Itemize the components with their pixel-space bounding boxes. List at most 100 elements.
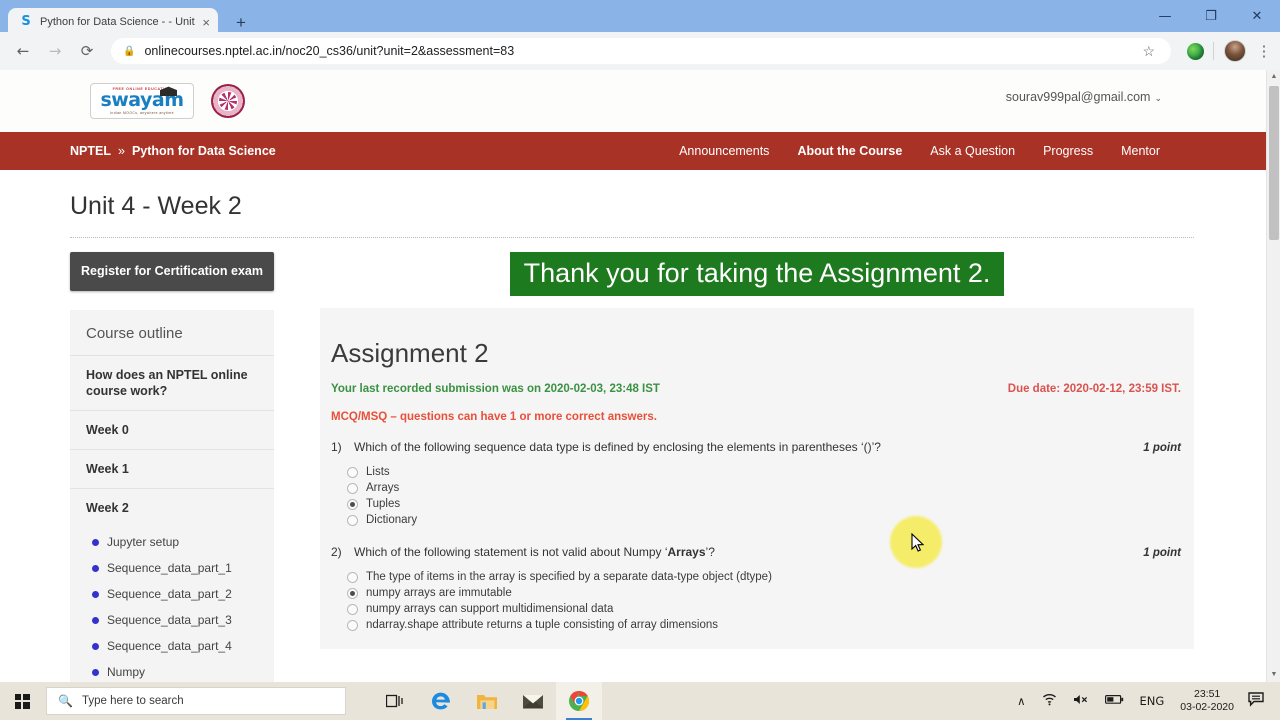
kebab-menu-icon[interactable]: ⋮	[1256, 42, 1272, 60]
file-explorer-icon[interactable]	[464, 682, 510, 720]
breadcrumb-course[interactable]: Python for Data Science	[132, 144, 276, 158]
nav-item-mentor[interactable]: Mentor	[1121, 144, 1160, 158]
tray-chevron-up-icon[interactable]: ∧	[1009, 694, 1033, 708]
radio-icon[interactable]	[347, 514, 358, 526]
radio-icon[interactable]	[347, 482, 358, 494]
question-text-after: ’?	[705, 545, 715, 559]
radio-icon[interactable]	[347, 571, 358, 583]
new-tab-button[interactable]: +	[230, 12, 252, 34]
nptel-emblem-icon[interactable]	[211, 84, 245, 118]
option-label: Arrays	[366, 482, 400, 494]
page-scrollbar[interactable]: ▲ ▼	[1266, 70, 1280, 682]
list-item-label: Sequence_data_part_1	[107, 561, 232, 575]
breadcrumb-nptel[interactable]: NPTEL	[70, 144, 111, 158]
chevron-down-icon: ⌄	[1154, 93, 1162, 103]
question-header: 2) Which of the following statement is n…	[331, 545, 1181, 559]
question-text-bold: Arrays	[667, 545, 706, 559]
list-item[interactable]: Sequence_data_part_2	[70, 581, 274, 607]
windows-taskbar: 🔍 Type here to search ∧ ENG 23:51 03-02-…	[0, 682, 1280, 720]
list-item-label: Sequence_data_part_4	[107, 639, 232, 653]
task-view-icon[interactable]	[372, 682, 418, 720]
course-nav-bar: NPTEL » Python for Data Science Announce…	[0, 132, 1266, 170]
scroll-up-icon[interactable]: ▲	[1267, 70, 1280, 84]
mail-icon[interactable]	[510, 682, 556, 720]
question-text: Which of the following sequence data typ…	[354, 440, 881, 454]
scroll-down-icon[interactable]: ▼	[1267, 668, 1280, 682]
swayam-logo[interactable]: FREE ONLINE EDUCATION swayam Indian MOOC…	[90, 83, 194, 119]
assignment-title: Assignment 2	[331, 338, 489, 368]
language-indicator[interactable]: ENG	[1132, 694, 1173, 708]
list-item[interactable]: Sequence_data_part_3	[70, 607, 274, 633]
bullet-icon	[92, 668, 99, 676]
bullet-icon	[92, 564, 99, 572]
option-row[interactable]: Tuples	[347, 496, 1181, 512]
window-controls: — ❐ ✕	[1142, 0, 1280, 32]
toolbar-divider	[1213, 42, 1214, 60]
window-close-button[interactable]: ✕	[1234, 0, 1280, 32]
option-row[interactable]: ndarray.shape attribute returns a tuple …	[347, 617, 1181, 633]
assignment-meta: Your last recorded submission was on 202…	[331, 383, 1181, 395]
radio-icon-selected[interactable]	[347, 587, 358, 599]
option-row[interactable]: Dictionary	[347, 512, 1181, 528]
reload-icon[interactable]: ⟳	[72, 36, 102, 66]
option-row[interactable]: The type of items in the array is specif…	[347, 569, 1181, 585]
radio-icon[interactable]	[347, 466, 358, 478]
sidebar-item-week-1[interactable]: Week 1	[70, 449, 274, 488]
option-row[interactable]: Lists	[347, 464, 1181, 480]
sidebar-item-how-nptel-works[interactable]: How does an NPTEL online course work?	[70, 355, 274, 410]
clock[interactable]: 23:51 03-02-2020	[1172, 688, 1242, 714]
maximize-button[interactable]: ❐	[1188, 0, 1234, 32]
question-text-before: Which of the following statement is not …	[354, 545, 668, 559]
avatar[interactable]	[1224, 40, 1246, 62]
search-input[interactable]: 🔍 Type here to search	[46, 687, 346, 715]
forward-icon[interactable]: →	[40, 36, 70, 66]
minimize-button[interactable]: —	[1142, 0, 1188, 32]
question-2-options: The type of items in the array is specif…	[347, 569, 1181, 633]
sidebar-item-week-0[interactable]: Week 0	[70, 410, 274, 449]
address-bar[interactable]: 🔒 onlinecourses.nptel.ac.in/noc20_cs36/u…	[111, 38, 1171, 64]
radio-icon[interactable]	[347, 619, 358, 631]
battery-icon[interactable]	[1097, 694, 1132, 708]
nav-item-announcements[interactable]: Announcements	[679, 144, 769, 158]
radio-icon[interactable]	[347, 603, 358, 615]
volume-muted-icon[interactable]	[1065, 693, 1097, 709]
nav-item-progress[interactable]: Progress	[1043, 144, 1093, 158]
list-item[interactable]: Jupyter setup	[70, 529, 274, 555]
week-2-sublist: Jupyter setup Sequence_data_part_1 Seque…	[70, 527, 274, 682]
thank-you-banner: Thank you for taking the Assignment 2.	[509, 252, 1005, 296]
extension-icon[interactable]	[1187, 42, 1204, 60]
list-item-label: Sequence_data_part_3	[107, 613, 232, 627]
system-tray: ∧ ENG 23:51 03-02-2020	[1009, 688, 1280, 714]
wifi-icon[interactable]	[1034, 693, 1065, 709]
scrollbar-thumb[interactable]	[1269, 86, 1279, 240]
bullet-icon	[92, 538, 99, 546]
nav-item-ask-a-question[interactable]: Ask a Question	[930, 144, 1015, 158]
question-points: 1 point	[1143, 547, 1181, 559]
search-placeholder: Type here to search	[81, 695, 184, 707]
bookmark-star-icon[interactable]: ☆	[1142, 43, 1155, 60]
question-1-options: Lists Arrays Tuples Dictionary	[347, 464, 1181, 528]
list-item[interactable]: Sequence_data_part_4	[70, 633, 274, 659]
edge-icon[interactable]	[418, 682, 464, 720]
logo-group: FREE ONLINE EDUCATION swayam Indian MOOC…	[90, 83, 245, 119]
breadcrumb-separator: »	[117, 144, 125, 158]
chrome-icon[interactable]	[556, 682, 602, 720]
browser-tab[interactable]: S Python for Data Science - - Unit ×	[8, 8, 218, 36]
register-for-certification-button[interactable]: Register for Certification exam	[70, 252, 274, 291]
back-icon[interactable]: ←	[8, 36, 38, 66]
action-center-icon[interactable]	[1242, 691, 1274, 711]
option-row[interactable]: numpy arrays can support multidimensiona…	[347, 601, 1181, 617]
close-icon[interactable]: ×	[202, 16, 210, 29]
list-item[interactable]: Sequence_data_part_1	[70, 555, 274, 581]
nav-item-about-the-course[interactable]: About the Course	[797, 144, 902, 158]
tab-title: Python for Data Science - - Unit	[40, 16, 195, 28]
radio-icon-selected[interactable]	[347, 498, 358, 510]
user-account-menu[interactable]: sourav999pal@gmail.com ⌄	[1006, 90, 1162, 104]
assignment-card: Assignment 2 Your last recorded submissi…	[320, 308, 1194, 649]
start-button[interactable]	[0, 682, 44, 720]
option-row[interactable]: Arrays	[347, 480, 1181, 496]
sidebar-item-week-2[interactable]: Week 2	[70, 488, 274, 527]
list-item[interactable]: Numpy	[70, 659, 274, 682]
option-row[interactable]: numpy arrays are immutable	[347, 585, 1181, 601]
question-2: 2) Which of the following statement is n…	[331, 545, 1181, 633]
